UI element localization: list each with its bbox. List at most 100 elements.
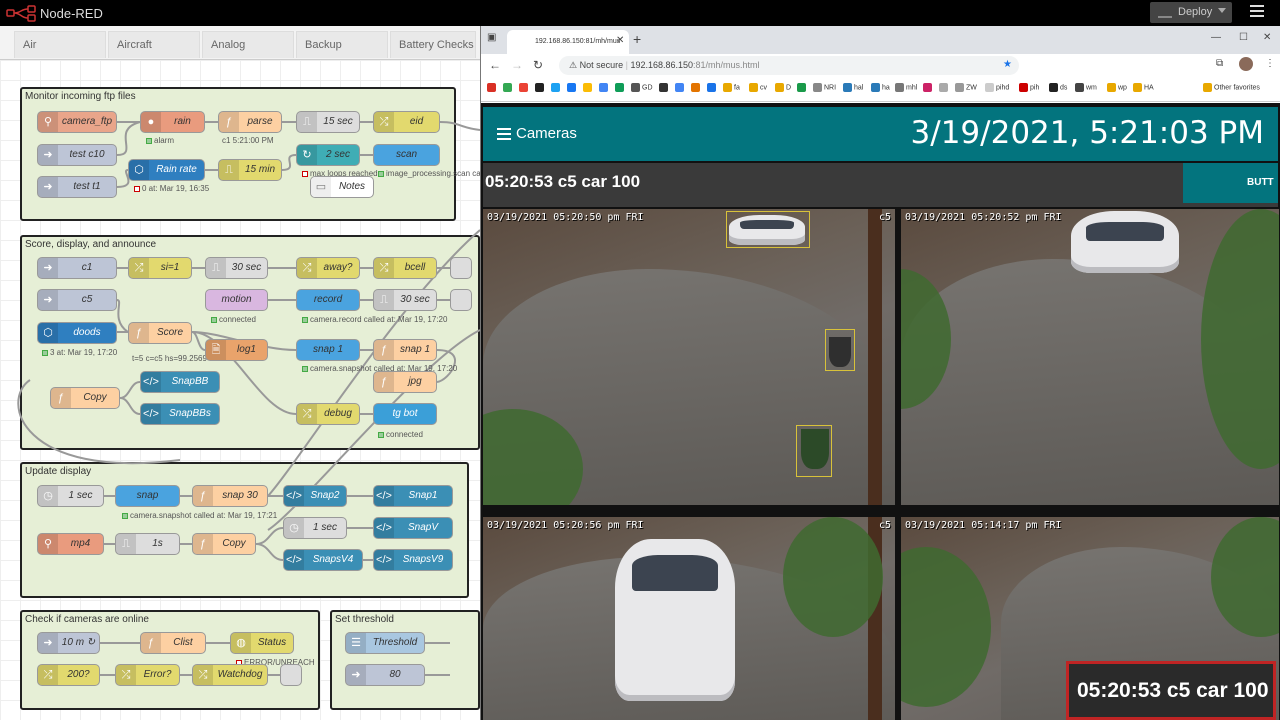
maximize-icon[interactable]: ☐: [1239, 32, 1248, 43]
node-threshold[interactable]: ☰ Threshold: [345, 632, 425, 654]
node-snap2[interactable]: </> Snap2: [283, 485, 347, 507]
back-icon[interactable]: ←: [489, 58, 501, 72]
flow-canvas[interactable]: Monitor incoming ftp files Score, displa…: [0, 60, 480, 720]
forward-icon[interactable]: →: [511, 58, 523, 72]
bookmark-icon[interactable]: [923, 83, 934, 92]
node-notes[interactable]: ▭ Notes: [310, 176, 374, 198]
node-snap1[interactable]: </> Snap1: [373, 485, 453, 507]
node-snap-1[interactable]: snap 1: [296, 339, 360, 361]
camera-feed-1[interactable]: 03/19/2021 05:20:50 pm FRI c5: [483, 209, 895, 505]
bookmark-mhl[interactable]: mhl: [895, 83, 917, 92]
node-c1[interactable]: ➜ c1: [37, 257, 117, 279]
more-icon[interactable]: ⋮: [1265, 58, 1275, 69]
bookmark-icon[interactable]: [659, 83, 670, 92]
node-copy-2[interactable]: ƒ Copy: [192, 533, 256, 555]
node-snapbbs[interactable]: </> SnapBBs: [140, 403, 220, 425]
node-10-m[interactable]: ➜ 10 m ↻: [37, 632, 100, 654]
bookmark-icon[interactable]: [707, 83, 718, 92]
node-snapbb[interactable]: </> SnapBB: [140, 371, 220, 393]
node-watchdog[interactable]: ⤮ Watchdog: [192, 664, 268, 686]
tab-aircraft[interactable]: Aircraft: [108, 31, 200, 58]
node-eid[interactable]: ⤮ eid: [373, 111, 440, 133]
bookmark-icon[interactable]: [599, 83, 610, 92]
bookmark-icon[interactable]: [615, 83, 626, 92]
node-tg-bot[interactable]: tg bot: [373, 403, 437, 425]
bookmark-icon[interactable]: [519, 83, 530, 92]
bookmark-icon[interactable]: [583, 83, 594, 92]
node-test-t1[interactable]: ➜ test t1: [37, 176, 117, 198]
node-parse[interactable]: ƒ parse: [218, 111, 282, 133]
node-away[interactable]: ⤮ away?: [296, 257, 360, 279]
reload-icon[interactable]: ↻: [533, 58, 543, 72]
bookmark-hal[interactable]: hal: [843, 83, 863, 92]
node-test-c10[interactable]: ➜ test c10: [37, 144, 117, 166]
bookmark-nri[interactable]: NRI: [813, 83, 836, 92]
bookmark-gmail-icon[interactable]: [487, 83, 498, 92]
node-1s[interactable]: ⎍ 1s: [115, 533, 180, 555]
node-clist[interactable]: ƒ Clist: [140, 632, 206, 654]
node-camera-ftp[interactable]: ⚲ camera_ftp: [37, 111, 117, 133]
bookmark-cv[interactable]: cv: [749, 83, 767, 92]
bookmark-other-favorites[interactable]: Other favorites: [1203, 83, 1260, 92]
camera-feed-2[interactable]: 03/19/2021 05:20:52 pm FRI: [901, 209, 1279, 505]
node-score[interactable]: ƒ Score: [128, 322, 192, 344]
bookmark-amazon-icon[interactable]: [535, 83, 546, 92]
hamburger-menu-icon[interactable]: [1250, 5, 1264, 19]
bookmark-facebook-icon[interactable]: [567, 83, 578, 92]
node-snap-1-b[interactable]: ƒ snap 1: [373, 339, 437, 361]
bookmark-gd[interactable]: GD: [631, 83, 653, 92]
menu-icon[interactable]: [497, 128, 511, 140]
action-button[interactable]: BUTT: [1183, 163, 1278, 203]
node-c5[interactable]: ➜ c5: [37, 289, 117, 311]
node-output-1[interactable]: [450, 257, 472, 279]
deploy-button[interactable]: Deploy: [1150, 2, 1232, 23]
tab-analog[interactable]: Analog: [202, 31, 294, 58]
bookmark-pihd[interactable]: pihd: [985, 83, 1009, 92]
bookmark-pih[interactable]: pih: [1019, 83, 1039, 92]
node-output-3[interactable]: [280, 664, 302, 686]
node-jpg[interactable]: ƒ jpg: [373, 371, 437, 393]
node-error[interactable]: ⤮ Error?: [115, 664, 180, 686]
node-snapsv9[interactable]: </> SnapsV9: [373, 549, 453, 571]
node-snapv[interactable]: </> SnapV: [373, 517, 453, 539]
node-1-sec[interactable]: ◷ 1 sec: [37, 485, 104, 507]
bookmark-icon[interactable]: [939, 83, 950, 92]
node-scan[interactable]: scan: [373, 144, 440, 166]
node-30-sec-b[interactable]: ⎍ 30 sec: [373, 289, 437, 311]
node-record[interactable]: record: [296, 289, 360, 311]
bookmark-icon[interactable]: [551, 83, 562, 92]
tab-actions-icon[interactable]: ▣: [487, 32, 496, 43]
bookmark-icon[interactable]: [691, 83, 702, 92]
camera-feed-3[interactable]: 03/19/2021 05:20:56 pm FRI c5: [483, 517, 895, 720]
bookmark-wm[interactable]: wm: [1075, 83, 1097, 92]
node-bcell[interactable]: ⤮ bcell: [373, 257, 437, 279]
node-30-sec[interactable]: ⎍ 30 sec: [205, 257, 268, 279]
extensions-icon[interactable]: ⧉: [1216, 58, 1223, 69]
node-15-sec[interactable]: ⎍ 15 sec: [296, 111, 360, 133]
node-mp4[interactable]: ⚲ mp4: [37, 533, 104, 555]
node-output-2[interactable]: [450, 289, 472, 311]
bookmark-ha-folder[interactable]: HA: [1133, 83, 1154, 92]
tab-close-icon[interactable]: ✕: [616, 35, 624, 46]
bookmark-d[interactable]: D: [775, 83, 791, 92]
close-window-icon[interactable]: ✕: [1263, 32, 1271, 43]
tab-air[interactable]: Air: [14, 31, 106, 58]
node-si1[interactable]: ⤮ si=1: [128, 257, 192, 279]
node-debug[interactable]: ⤮ debug: [296, 403, 360, 425]
bookmark-icon[interactable]: [675, 83, 686, 92]
bookmark-fa[interactable]: fa: [723, 83, 740, 92]
node-200[interactable]: ⤮ 200?: [37, 664, 100, 686]
node-copy[interactable]: ƒ Copy: [50, 387, 120, 409]
bookmark-wp[interactable]: wp: [1107, 83, 1127, 92]
node-80[interactable]: ➜ 80: [345, 664, 425, 686]
node-motion[interactable]: motion: [205, 289, 268, 311]
star-icon[interactable]: ★: [1003, 59, 1012, 70]
bookmark-ds[interactable]: ds: [1049, 83, 1067, 92]
node-doods[interactable]: ⬡ doods: [37, 322, 117, 344]
node-rain[interactable]: ● rain: [140, 111, 205, 133]
browser-tab[interactable]: 192.168.86.150:81/mh/mus: [507, 30, 629, 54]
node-2-sec[interactable]: ↻ 2 sec: [296, 144, 360, 166]
node-1-sec-b[interactable]: ◷ 1 sec: [283, 517, 347, 539]
tab-backup[interactable]: Backup: [296, 31, 388, 58]
bookmark-ha[interactable]: ha: [871, 83, 890, 92]
